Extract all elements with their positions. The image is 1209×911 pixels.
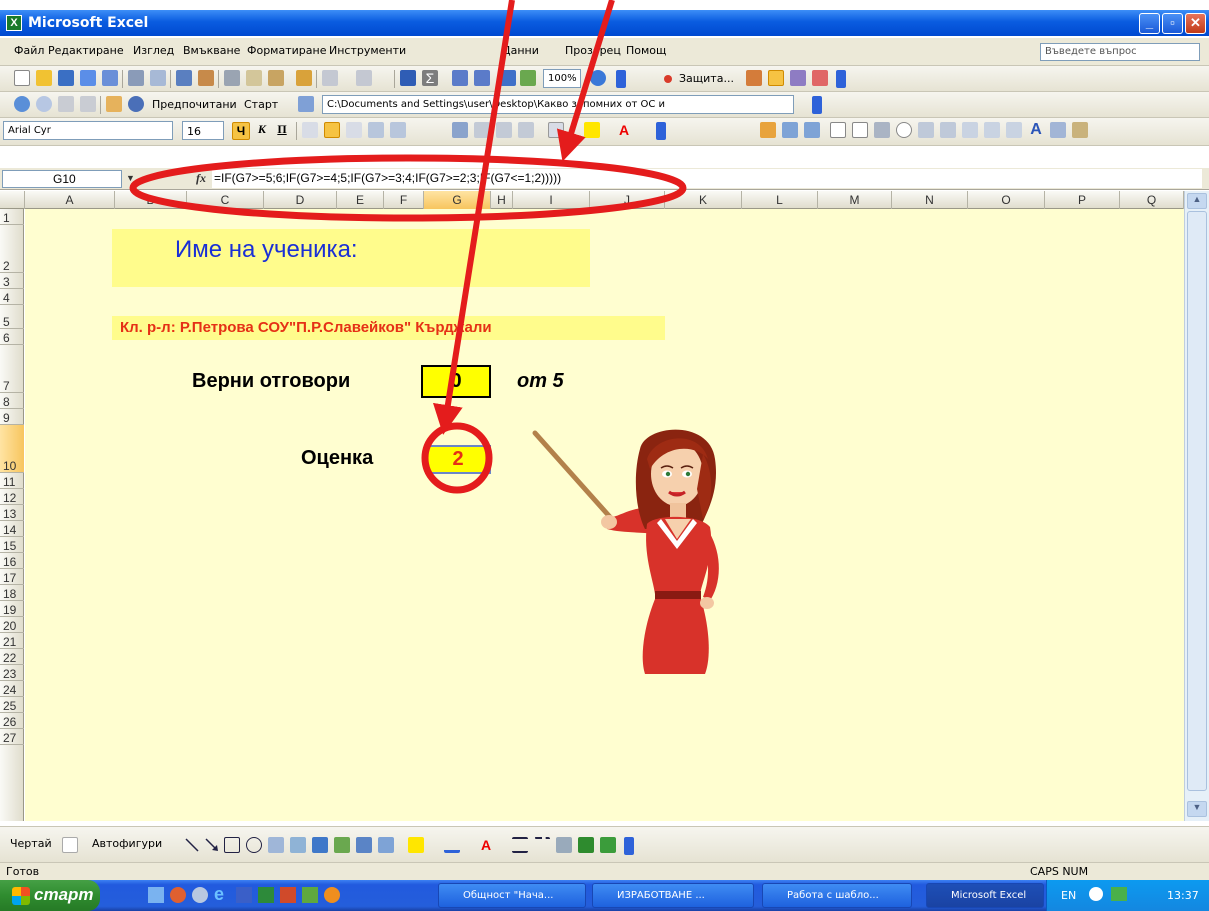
annotation-formula-ellipse xyxy=(129,154,687,222)
annotation-overlay xyxy=(129,0,687,494)
excel-screen: X Microsoft Excel _ ▫ ✕ Файл Редактиране… xyxy=(0,0,1209,911)
annotation-grade-circle xyxy=(421,422,493,494)
annotation-arrow-to-formula xyxy=(556,0,615,162)
annotation-arrow-to-grade xyxy=(433,0,515,435)
